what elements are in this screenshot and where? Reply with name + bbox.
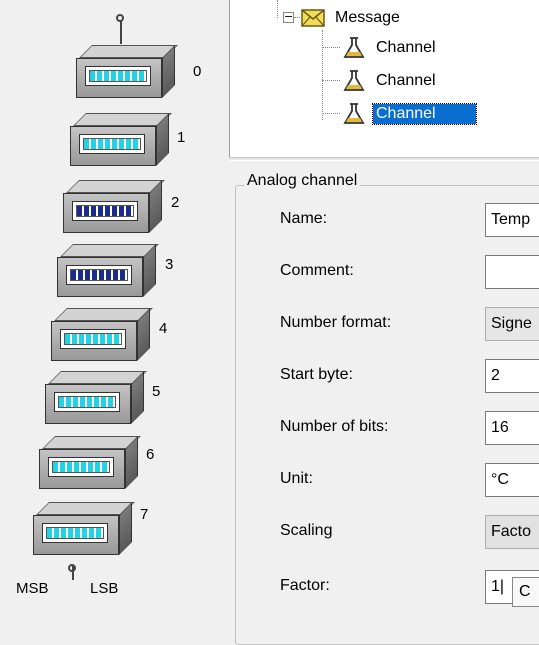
msb-label: MSB xyxy=(16,580,49,597)
tree-item-message[interactable]: Message xyxy=(300,5,403,31)
bit-display xyxy=(46,527,104,539)
bit-display xyxy=(70,269,128,281)
scaling-label: Scaling xyxy=(280,522,333,539)
bit-display xyxy=(64,333,122,345)
envelope-icon xyxy=(300,6,326,30)
byte-index: 7 xyxy=(140,506,149,523)
tree-item-label: Channel xyxy=(376,39,436,56)
unit-field[interactable]: °C xyxy=(485,463,539,497)
start-byte-label: Start byte: xyxy=(280,366,353,383)
lsb-label: LSB xyxy=(90,580,119,597)
bit-display xyxy=(76,205,134,217)
number-of-bits-field[interactable]: 16 xyxy=(485,411,539,445)
byte-index: 4 xyxy=(159,320,168,337)
byte-index: 1 xyxy=(177,129,186,146)
byte-index: 3 xyxy=(165,256,174,273)
tree-item-label: Message xyxy=(335,9,400,26)
factor-label: Factor: xyxy=(280,577,330,594)
scaling-select[interactable]: Facto xyxy=(485,515,539,549)
connector-line xyxy=(72,566,74,580)
comment-field[interactable] xyxy=(485,255,539,289)
bit-display xyxy=(89,70,147,82)
collapse-toggle[interactable]: − xyxy=(283,11,294,23)
tree-item-channel-selected[interactable]: Channel xyxy=(341,101,477,127)
byte-index: 5 xyxy=(152,383,161,400)
flask-icon xyxy=(341,102,367,126)
number-format-select[interactable]: Signe xyxy=(485,307,539,341)
flask-icon xyxy=(341,36,367,60)
name-label: Name: xyxy=(280,210,328,227)
start-byte-field[interactable]: 2 xyxy=(485,359,539,393)
splitter[interactable] xyxy=(229,157,539,161)
comment-label: Comment: xyxy=(280,262,354,279)
number-format-label: Number format: xyxy=(280,314,392,331)
byte-index: 0 xyxy=(193,63,202,80)
tree-item-channel[interactable]: Channel xyxy=(341,68,439,94)
tree-item-channel[interactable]: Channel xyxy=(341,35,439,61)
antenna-line xyxy=(120,20,122,44)
bit-display xyxy=(83,138,141,150)
name-field[interactable]: Temp xyxy=(485,203,539,237)
factor-autocomplete-popup[interactable]: C xyxy=(512,577,539,607)
byte-index: 6 xyxy=(146,446,155,463)
tree-item-label: Channel xyxy=(376,72,436,89)
number-of-bits-label: Number of bits: xyxy=(280,418,389,435)
bit-display xyxy=(52,461,110,473)
byte-index: 2 xyxy=(171,194,180,211)
byte-stack-panel: 0 1 2 3 4 5 6 7 MSB LSB xyxy=(0,0,229,630)
flask-icon xyxy=(341,69,367,93)
unit-label: Unit: xyxy=(280,470,313,487)
tree-item-label: Channel xyxy=(372,103,477,125)
group-title: Analog channel xyxy=(244,172,361,190)
tree-view[interactable]: − Message Channel Channel Channel xyxy=(229,0,539,157)
bit-display xyxy=(58,396,116,408)
